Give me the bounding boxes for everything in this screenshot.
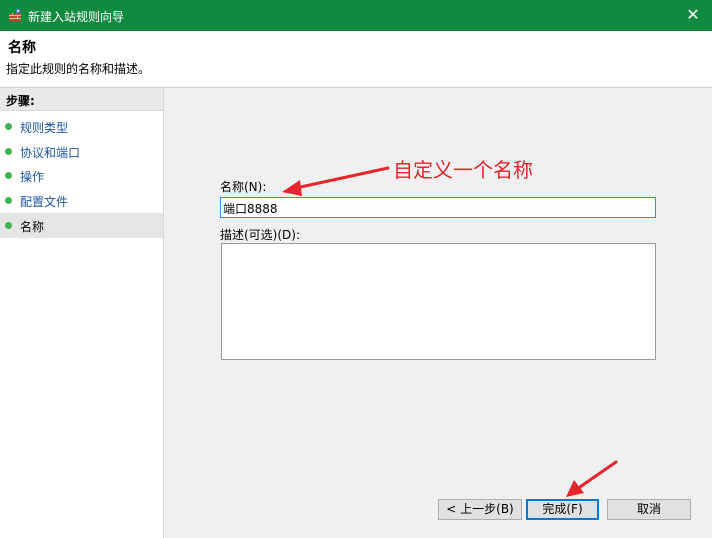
cancel-button[interactable]: 取消 [607,499,691,520]
step-status-dot-icon [5,148,12,155]
description-field-label: 描述(可选)(D): [220,228,301,242]
firewall-app-icon [9,8,21,21]
step-status-dot-icon [5,123,12,130]
step-status-dot-icon [5,197,12,204]
step-label: 协议和端口 [20,146,81,160]
step-status-dot-icon [5,172,12,179]
page-description: 指定此规则的名称和描述。 [6,62,151,76]
finish-button[interactable]: 完成(F) [526,499,599,520]
steps-heading: 步骤: [0,88,163,111]
wizard-header: 名称 指定此规则的名称和描述。 [0,31,712,88]
step-action[interactable]: 操作 [0,163,163,188]
page-title: 名称 [8,40,36,56]
step-rule-type[interactable]: 规则类型 [0,114,163,139]
step-status-dot-icon [5,222,12,229]
step-label: 操作 [20,170,45,184]
description-textarea[interactable] [221,243,656,360]
name-input[interactable]: 端口8888 [220,197,656,218]
title-bar: 新建入站规则向导 ✕ [0,0,712,31]
annotation-text: 自定义一个名称 [393,158,533,182]
step-label: 名称 [20,220,45,234]
step-label: 配置文件 [20,195,69,209]
close-icon[interactable]: ✕ [680,4,706,26]
window-title: 新建入站规则向导 [28,10,125,24]
back-button[interactable]: < 上一步(B) [438,499,522,520]
step-protocol-port[interactable]: 协议和端口 [0,139,163,164]
step-name[interactable]: 名称 [0,213,163,238]
steps-heading-label: 步骤: [6,94,35,108]
step-profile[interactable]: 配置文件 [0,188,163,213]
step-label: 规则类型 [20,121,69,135]
name-input-value: 端口8888 [223,202,278,216]
name-field-label: 名称(N): [220,180,267,194]
steps-sidebar: 步骤: 规则类型 协议和端口 操作 配置文件 名称 [0,88,164,538]
